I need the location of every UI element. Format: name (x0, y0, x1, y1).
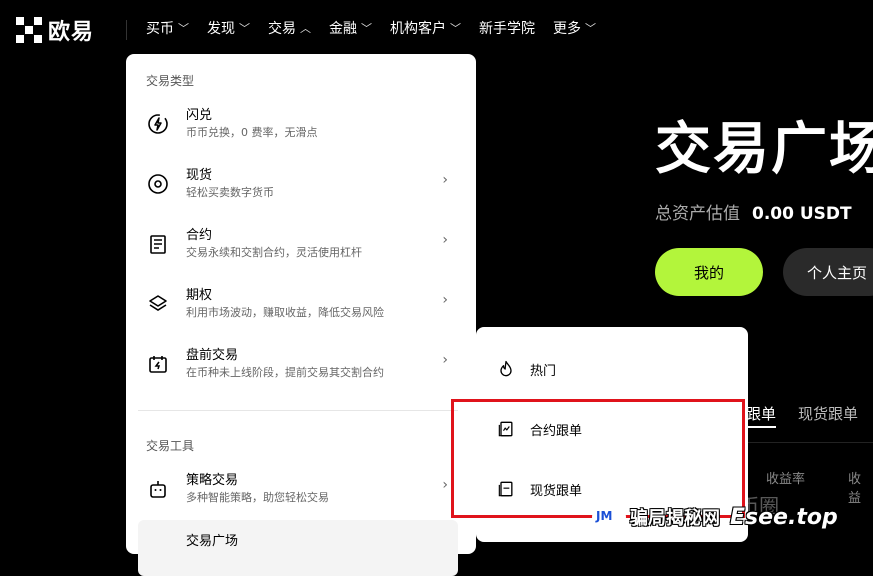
section-title-trade-types: 交易类型 (146, 74, 195, 88)
nav-divider (126, 20, 127, 40)
nav-label: 更多 (553, 21, 581, 37)
main-nav: 买币 ﹀ 发现 ﹀ 交易 ︿ 金融 ﹀ 机构客户 ﹀ 新手学院 更多 ﹀ (146, 18, 614, 38)
menu-item-subtitle: 交易永续和交割合约，灵活使用杠杆 (186, 246, 362, 259)
top-nav-bar: 欧易 买币 ﹀ 发现 ﹀ 交易 ︿ 金融 ﹀ 机构客户 ﹀ 新手学院 更多 ﹀ (0, 0, 873, 60)
mine-button[interactable]: 我的 (655, 248, 763, 296)
total-assets: 总资产估值 0.00 USDT (655, 199, 852, 224)
menu-item-title: 闪兑 (186, 108, 213, 123)
nav-item-institutional[interactable]: 机构客户 ﹀ (390, 18, 461, 38)
chevron-down-icon: ﹀ (178, 22, 189, 35)
menu-item-title: 盘前交易 (186, 348, 239, 363)
tabs-divider (746, 442, 873, 443)
layers-icon (149, 295, 167, 311)
menu-item-title: 合约 (186, 228, 213, 243)
chevron-down-icon: ﹀ (239, 22, 250, 35)
okx-logo-icon (16, 17, 42, 43)
menu-item-spot[interactable]: 现货 轻松买卖数字货币 › (138, 160, 458, 216)
watermark-en-text: Esee.top (730, 504, 838, 530)
nav-item-buy-crypto[interactable]: 买币 ﹀ (146, 18, 189, 38)
robot-icon (150, 481, 166, 498)
contract-icon (150, 235, 166, 254)
menu-item-title: 交易广场 (186, 534, 239, 549)
chevron-down-icon: ﹀ (450, 22, 461, 35)
menu-item-subtitle: 多种智能策略，助您轻松交易 (186, 491, 329, 504)
section-title-trade-tools: 交易工具 (146, 439, 195, 453)
tab-copy-trading[interactable]: 跟单 (746, 403, 776, 424)
nav-label: 金融 (329, 21, 357, 37)
menu-item-subtitle: 轻松买卖数字货币 (186, 186, 274, 199)
column-header-yield: 收益率 (766, 472, 806, 487)
coin-icon (148, 174, 168, 194)
nav-label: 买币 (146, 21, 174, 37)
chevron-down-icon: ﹀ (585, 22, 596, 35)
submenu-label: 热门 (530, 363, 557, 379)
nav-item-trade[interactable]: 交易 ︿ (268, 18, 311, 38)
highlight-box (451, 399, 745, 518)
menu-item-title: 策略交易 (186, 473, 239, 488)
menu-item-title: 现货 (186, 168, 213, 183)
nav-label: 新手学院 (479, 21, 535, 37)
active-tab-indicator (746, 426, 776, 428)
menu-item-convert[interactable]: 闪兑 币币兑换，0 费率，无滑点 (138, 100, 458, 156)
trade-dropdown-menu: 交易类型 闪兑 币币兑换，0 费率，无滑点 现货 轻松买卖数字货币 › 合约 交… (126, 54, 476, 576)
site-watermark: JM 骗局揭秘网 Esee.top (592, 504, 838, 530)
watermark-logo-icon: JM (592, 505, 626, 529)
fire-icon (500, 360, 512, 377)
assets-value: 0.00 USDT (752, 204, 852, 224)
submenu-item-hot[interactable]: 热门 (496, 354, 556, 384)
menu-item-futures[interactable]: 合约 交易永续和交割合约，灵活使用杠杆 › (138, 220, 458, 276)
page-title: 交易广场 (655, 117, 873, 182)
menu-item-strategy-trading[interactable]: 策略交易 多种智能策略，助您轻松交易 › (138, 465, 458, 521)
nav-label: 交易 (268, 21, 296, 37)
chevron-right-icon: › (442, 352, 448, 368)
lightning-icon (148, 114, 168, 134)
nav-item-discover[interactable]: 发现 ﹀ (207, 18, 250, 38)
nav-label: 机构客户 (390, 21, 446, 37)
profile-button[interactable]: 个人主页 (783, 248, 873, 296)
chevron-up-icon: ︿ (300, 22, 311, 35)
tab-spot-copy[interactable]: 现货跟单 (798, 403, 858, 424)
menu-item-subtitle: 在币种未上线阶段，提前交易其交割合约 (186, 366, 384, 379)
menu-item-subtitle: 币币兑换，0 费率，无滑点 (186, 126, 318, 139)
chevron-right-icon: › (442, 232, 448, 248)
nav-item-learn[interactable]: 新手学院 (479, 18, 535, 38)
calendar-icon (149, 356, 167, 373)
menu-item-trade-square[interactable]: 交易广场 (138, 520, 458, 576)
chevron-right-icon: › (442, 477, 448, 493)
watermark-cn-text: 骗局揭秘网 (630, 508, 720, 529)
menu-item-subtitle: 利用市场波动，赚取收益，降低交易风险 (186, 306, 384, 319)
chevron-right-icon: › (442, 172, 448, 188)
column-header-profit: 收益 (848, 472, 862, 506)
menu-item-options[interactable]: 期权 利用市场波动，赚取收益，降低交易风险 › (138, 280, 458, 336)
chevron-down-icon: ﹀ (361, 22, 372, 35)
nav-item-finance[interactable]: 金融 ﹀ (329, 18, 372, 38)
nav-label: 发现 (207, 21, 235, 37)
nav-item-more[interactable]: 更多 ﹀ (553, 18, 596, 38)
assets-label: 总资产估值 (655, 204, 740, 224)
chevron-right-icon: › (442, 292, 448, 308)
menu-item-title: 期权 (186, 288, 213, 303)
brand-name: 欧易 (48, 20, 95, 45)
brand-logo[interactable]: 欧易 (16, 14, 94, 46)
section-divider (138, 410, 458, 411)
watermark-logo-text: JM (596, 509, 613, 523)
menu-item-premarket[interactable]: 盘前交易 在币种未上线阶段，提前交易其交割合约 › (138, 340, 458, 396)
